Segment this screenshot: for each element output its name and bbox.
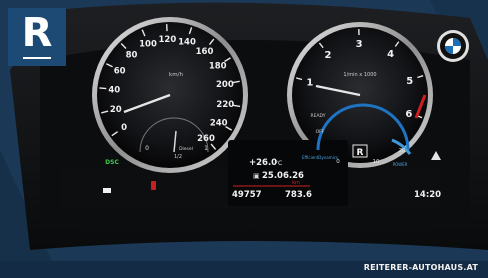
eco-mid-label: 10 bbox=[373, 159, 380, 165]
speed-tick-label: 0 bbox=[121, 123, 127, 133]
calendar-icon: ▣ bbox=[253, 172, 260, 180]
fuel-label: Diesel bbox=[179, 146, 193, 152]
tach-tick-label: 3 bbox=[356, 39, 363, 50]
trip-unit: km bbox=[292, 180, 300, 186]
brand-underline bbox=[23, 57, 51, 59]
bmw-logo bbox=[437, 30, 469, 62]
tach-tick-label: 4 bbox=[387, 49, 394, 60]
eco-label: EfficientDynamics bbox=[302, 155, 338, 160]
fuel-half-label: 1/2 bbox=[174, 154, 182, 160]
speed-tick-label: 60 bbox=[114, 66, 126, 76]
odometer-value: 49757 bbox=[232, 190, 262, 200]
speed-tick-label: 240 bbox=[210, 119, 228, 129]
off-label: OFF bbox=[316, 129, 325, 135]
clock-value: 14:20 bbox=[414, 190, 441, 200]
tach-tick-label: 1 bbox=[306, 78, 313, 89]
instrument-cluster: 020406080100 120 140160180200220240260km/h… bbox=[0, 0, 488, 278]
indicator-light bbox=[103, 188, 111, 193]
tach-unit-label: 1/min x 1000 bbox=[343, 72, 376, 78]
tach-tick-label: 2 bbox=[325, 50, 332, 61]
eco-power-label: POWER bbox=[393, 162, 408, 167]
fuel-empty-label: 0 bbox=[145, 145, 149, 152]
speed-unit-label: km/h bbox=[169, 72, 183, 78]
dealer-website: REITERER-AUTOHAUS.AT bbox=[363, 263, 478, 272]
speed-tick-label: 200 bbox=[216, 80, 234, 90]
tach-tick-label: 6 bbox=[405, 109, 412, 120]
dashboard-photo: 0 20 40 60 80 100 120 140 160 180 200 220 240 260 km/h… bbox=[0, 0, 488, 278]
speed-tick-label: 140 bbox=[178, 38, 196, 48]
fuel-full-label: 1 bbox=[204, 145, 208, 152]
speed-tick-label: 40 bbox=[108, 85, 120, 95]
speed-tick-label: 160 bbox=[196, 47, 214, 57]
speed-tick-label: 120 bbox=[159, 35, 177, 45]
eco-start-label: 0 bbox=[336, 159, 340, 165]
seatbelt-warning-icon bbox=[151, 181, 156, 190]
temperature-value: +26.0 bbox=[249, 158, 277, 168]
speed-tick-mark bbox=[99, 87, 107, 90]
speed-tick-label: 80 bbox=[126, 50, 138, 60]
brand-letter: R bbox=[21, 10, 53, 56]
tach-tick-label: 5 bbox=[406, 76, 413, 87]
speed-tick-label: 220 bbox=[216, 100, 234, 110]
speed-tick-label: 180 bbox=[209, 62, 227, 72]
dsc-indicator: DSC bbox=[105, 159, 119, 166]
trip-value: 783.6 bbox=[285, 190, 312, 200]
gear-indicator: R bbox=[357, 148, 364, 158]
speed-tick-label: 20 bbox=[110, 105, 122, 115]
temperature-unit: °C bbox=[275, 160, 282, 167]
speed-tick-label: 100 bbox=[139, 40, 157, 50]
ready-label: READY bbox=[310, 113, 325, 119]
speed-tick-label: 260 bbox=[197, 134, 215, 144]
eco-end-label: 20 bbox=[399, 148, 406, 154]
